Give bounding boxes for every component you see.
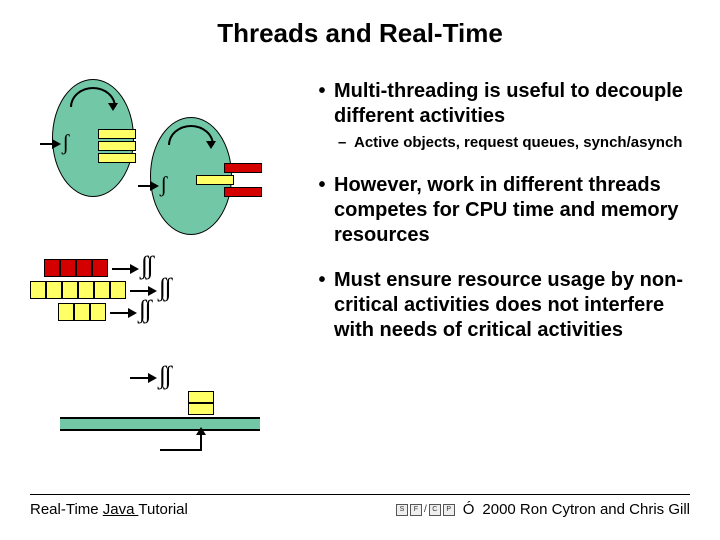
loop-arrowhead-2 xyxy=(206,141,216,149)
bullet-subtext: Active objects, request queues, synch/as… xyxy=(354,133,702,153)
bullet-text: Must ensure resource usage by non-critic… xyxy=(334,268,702,343)
queue-item-red xyxy=(224,163,262,173)
logo-icon: S xyxy=(396,504,408,516)
memory-cell xyxy=(94,281,110,299)
arrow-line xyxy=(130,377,150,379)
bullet-text: Multi-threading is useful to decouple di… xyxy=(334,79,702,129)
stack-cell xyxy=(188,391,214,403)
arrow-line xyxy=(112,268,132,270)
footer-right: S F / C P Ó 2000 Ron Cytron and Chris Gi… xyxy=(396,501,690,518)
bullet-text: However, work in different threads compe… xyxy=(334,173,702,248)
diagram-column: ʃ ʃ ʃʃ ʃʃ xyxy=(0,79,310,459)
thread-squiggle-icon: ʃ xyxy=(160,179,164,190)
bullets-column: • Multi-threading is useful to decouple … xyxy=(310,79,710,459)
footer-copyright: 2000 Ron Cytron and Chris Gill xyxy=(482,501,690,518)
thread-squiggle-icon: ʃʃ xyxy=(140,259,151,272)
thread-squiggle-icon: ʃʃ xyxy=(138,303,149,316)
queue-item xyxy=(98,141,136,151)
memory-cell xyxy=(46,281,62,299)
memory-cell xyxy=(30,281,46,299)
footer-logos: S F / C P xyxy=(396,504,455,516)
footer-link-text: Java xyxy=(103,501,139,518)
memory-cell xyxy=(78,281,94,299)
memory-row xyxy=(30,281,126,299)
queue-item xyxy=(98,153,136,163)
up-arrow-head xyxy=(196,427,206,435)
arrow-head xyxy=(150,181,159,191)
bullet-dot-icon: • xyxy=(310,79,334,129)
memory-cell xyxy=(92,259,108,277)
memory-cell xyxy=(44,259,60,277)
arrow-head xyxy=(128,308,137,318)
bullet-item: • Must ensure resource usage by non-crit… xyxy=(310,268,702,343)
logo-icon: F xyxy=(410,504,422,516)
memory-cell xyxy=(58,303,74,321)
bullet-dot-icon: • xyxy=(310,173,334,248)
bullet-dash-icon: – xyxy=(338,133,354,153)
memory-cell xyxy=(62,281,78,299)
footer-text: Tutorial xyxy=(138,501,187,518)
memory-row xyxy=(44,259,108,277)
arrow-head xyxy=(52,139,61,149)
footer-left: Real-Time Java Tutorial xyxy=(30,501,188,518)
bullet-item: • Multi-threading is useful to decouple … xyxy=(310,79,702,153)
footer-text: Real-Time xyxy=(30,501,103,518)
thread-squiggle-icon: ʃʃ xyxy=(158,369,169,382)
memory-cell xyxy=(60,259,76,277)
arrow-line xyxy=(130,290,150,292)
logo-divider: / xyxy=(424,504,427,515)
logo-icon: C xyxy=(429,504,441,516)
bullet-item: • However, work in different threads com… xyxy=(310,173,702,248)
content-area: ʃ ʃ ʃʃ ʃʃ xyxy=(0,79,720,459)
memory-row xyxy=(58,303,106,321)
arrow-head xyxy=(130,264,139,274)
queue-item-red xyxy=(224,187,262,197)
queue-item xyxy=(196,175,234,185)
footer: Real-Time Java Tutorial S F / C P Ó 2000… xyxy=(30,494,690,518)
memory-cell xyxy=(76,259,92,277)
memory-cell xyxy=(90,303,106,321)
logo-icon: P xyxy=(443,504,455,516)
memory-cell xyxy=(74,303,90,321)
memory-cell xyxy=(110,281,126,299)
arrow-line xyxy=(160,449,202,451)
cpu-bar xyxy=(60,417,260,431)
arrow-head xyxy=(148,373,157,383)
loop-arrowhead-1 xyxy=(108,103,118,111)
slide-title: Threads and Real-Time xyxy=(0,0,720,49)
thread-squiggle-icon: ʃʃ xyxy=(158,281,169,294)
thread-squiggle-icon: ʃ xyxy=(62,137,66,148)
arrow-line xyxy=(110,312,130,314)
queue-item xyxy=(98,129,136,139)
copyright-symbol: Ó xyxy=(463,501,475,518)
arrow-head xyxy=(148,286,157,296)
bullet-dot-icon: • xyxy=(310,268,334,343)
stack-cell xyxy=(188,403,214,415)
